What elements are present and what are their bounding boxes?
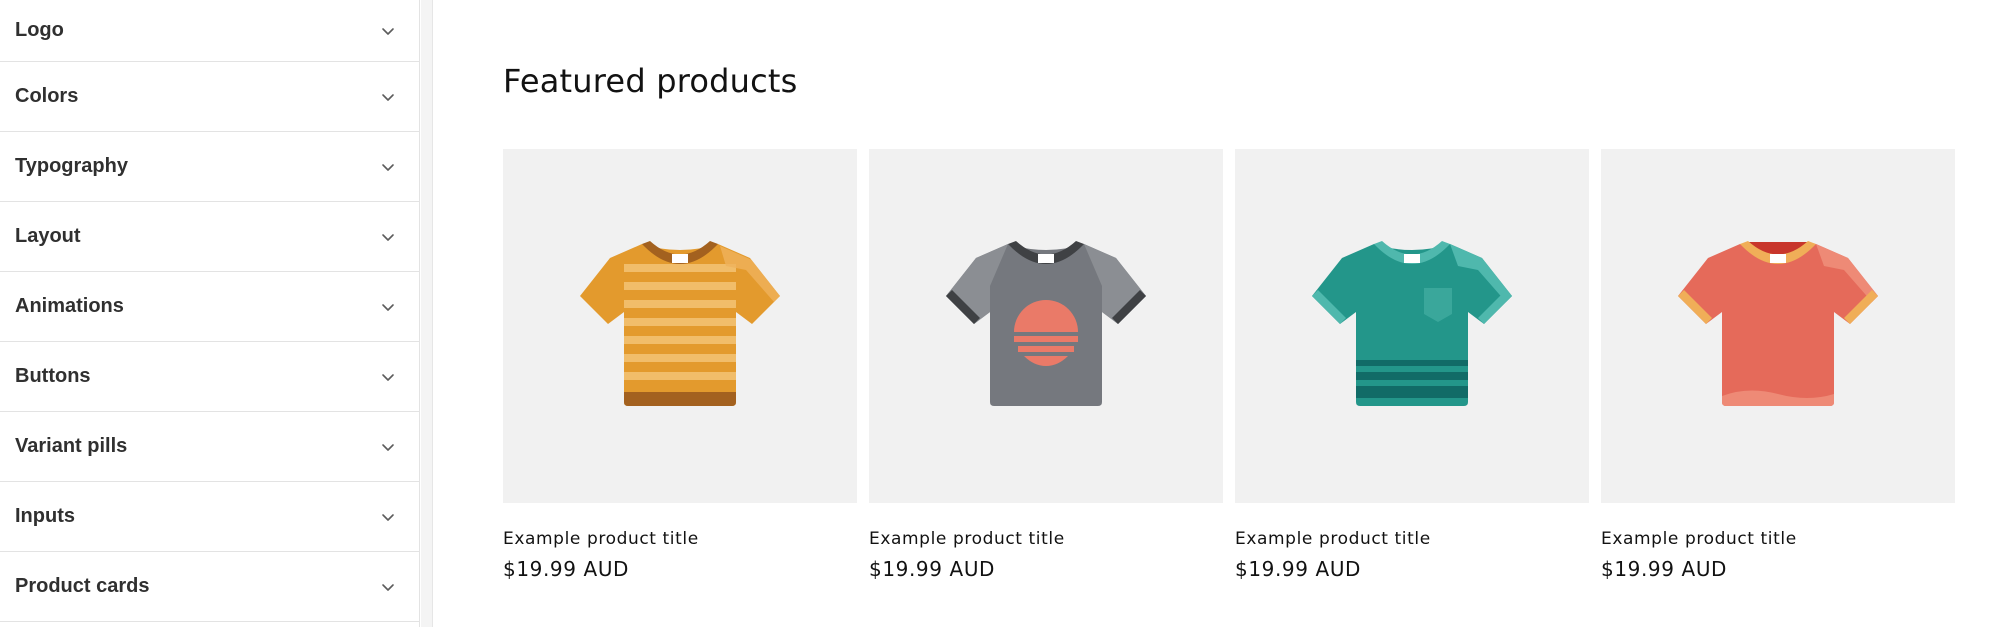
sidebar-scrollbar[interactable] [421,0,433,627]
sidebar-item-label: Variant pills [15,435,128,457]
product-card[interactable]: Example product title $19.99 AUD [1601,149,1955,581]
settings-sidebar: Logo Colors Typography Layout Animations… [0,0,420,627]
product-card[interactable]: Example product title $19.99 AUD [869,149,1223,581]
sidebar-item-label: Colors [15,85,79,107]
chevron-down-icon [382,513,394,521]
product-image[interactable] [1235,149,1589,503]
product-price: $19.99 AUD [1601,557,1728,581]
sidebar-item-inputs[interactable]: Inputs [0,482,419,552]
striped-tshirt-icon [580,241,780,406]
section-title: Featured products [503,62,798,100]
sidebar-item-logo[interactable]: Logo [0,0,419,62]
chevron-down-icon [382,583,394,591]
product-title[interactable]: Example product title [503,529,857,549]
product-card[interactable]: Example product title $19.99 AUD [503,149,857,581]
plain-tshirt-icon [1678,241,1878,406]
chevron-down-icon [382,233,394,241]
sidebar-item-animations[interactable]: Animations [0,272,419,342]
chevron-down-icon [382,443,394,451]
product-title[interactable]: Example product title [1235,529,1589,549]
sidebar-item-buttons[interactable]: Buttons [0,342,419,412]
chevron-down-icon [382,93,394,101]
product-price: $19.99 AUD [503,557,630,581]
sidebar-item-label: Logo [15,19,64,41]
product-image[interactable] [503,149,857,503]
sidebar-item-typography[interactable]: Typography [0,132,419,202]
sidebar-item-label: Product cards [15,575,150,597]
theme-preview: Featured products Example product title … [434,0,2000,627]
chevron-down-icon [382,303,394,311]
sidebar-item-colors[interactable]: Colors [0,62,419,132]
sidebar-item-label: Buttons [15,365,91,387]
sidebar-item-label: Typography [15,155,128,177]
sunset-tshirt-icon [946,241,1146,406]
chevron-down-icon [382,27,394,35]
chevron-down-icon [382,373,394,381]
pocket-tshirt-icon [1312,241,1512,406]
product-title[interactable]: Example product title [869,529,1223,549]
product-title[interactable]: Example product title [1601,529,1955,549]
sidebar-item-label: Animations [15,295,124,317]
product-price: $19.99 AUD [869,557,996,581]
product-price: $19.99 AUD [1235,557,1362,581]
sidebar-item-variant-pills[interactable]: Variant pills [0,412,419,482]
chevron-down-icon [382,163,394,171]
sidebar-item-label: Inputs [15,505,75,527]
product-image[interactable] [869,149,1223,503]
product-image[interactable] [1601,149,1955,503]
sidebar-item-label: Layout [15,225,81,247]
sidebar-item-layout[interactable]: Layout [0,202,419,272]
sidebar-item-product-cards[interactable]: Product cards [0,552,419,622]
product-card[interactable]: Example product title $19.99 AUD [1235,149,1589,581]
